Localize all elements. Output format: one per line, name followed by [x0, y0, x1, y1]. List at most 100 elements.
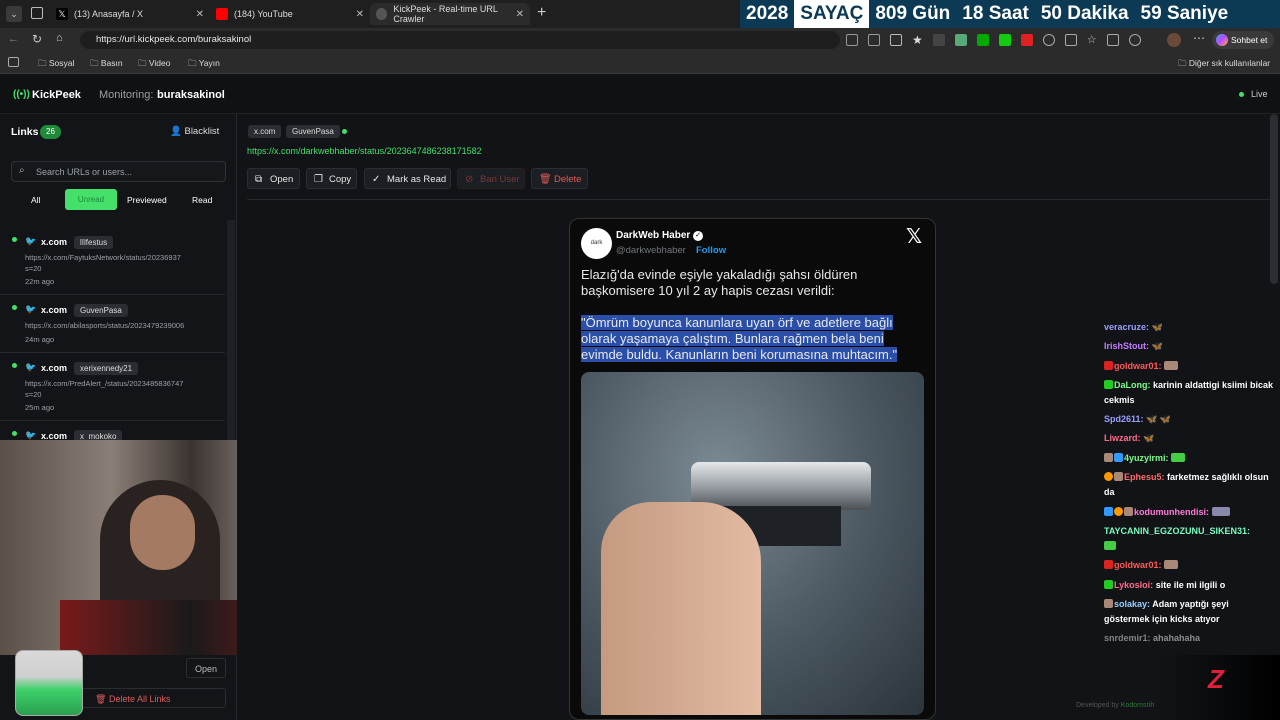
countdown-hours: 18 Saat: [962, 3, 1029, 24]
filter-read[interactable]: Read: [192, 195, 212, 205]
tab-list-icon[interactable]: ⌄: [6, 6, 22, 22]
chat-message: kodumunhendisi:: [1104, 505, 1274, 520]
chat-emote: [1164, 560, 1179, 569]
countdown-minutes: 50 Dakika: [1040, 3, 1129, 24]
extension-icon[interactable]: [1020, 34, 1033, 46]
close-icon[interactable]: ✕: [196, 9, 204, 20]
item-url: https://x.com/FaytuksNetwork/status/2023…: [25, 253, 181, 262]
tweet-line: başkomisere 10 yıl 2 ay hapis cezası ver…: [581, 283, 835, 298]
copy-label: Copy: [329, 174, 352, 185]
chat-message: Lykosloi: site ile mi ilgili o: [1104, 578, 1274, 593]
other-favorites-folder[interactable]: 🗀 Diğer sık kullanılanlar: [1178, 58, 1270, 72]
list-item[interactable]: 🐦 x.com xerixennedy21 https://x.com/Pred…: [0, 353, 225, 421]
item-user: GuvenPasa: [74, 304, 128, 317]
chat-user: snrdemir1:: [1104, 633, 1151, 643]
detail-site: x.com: [248, 125, 282, 138]
chat-user: TAYCANIN_EGZOZUNU_SIKEN31:: [1104, 526, 1251, 536]
bookmarks-bar: 🗀 Sosyal 🗀 Basın 🗀 Video 🗀 Yayın 🗀 Diğer…: [0, 52, 1280, 74]
more-icon[interactable]: ⋯: [1193, 31, 1205, 45]
chat-user: Lykosloi:: [1114, 580, 1154, 590]
ban-user-button[interactable]: ⊘ Ban User: [457, 168, 525, 189]
profile-avatar[interactable]: [1167, 33, 1181, 47]
extension-icon[interactable]: [1042, 34, 1055, 46]
bookmark-label: Video: [148, 58, 171, 68]
browser-tab-bar: ⌄ 𝕏 (13) Anasayfa / X ✕ (184) YouTube ✕ …: [0, 0, 1280, 28]
split-screen-icon[interactable]: [1064, 34, 1077, 46]
extension-icon[interactable]: [998, 34, 1011, 46]
close-icon[interactable]: ✕: [516, 9, 524, 20]
chat-user: goldwar01:: [1114, 560, 1162, 570]
follow-link[interactable]: Follow: [696, 245, 726, 256]
item-time: 24m ago: [25, 335, 55, 344]
chat-user: Ephesu5:: [1124, 472, 1165, 482]
user-icon: 👤: [170, 126, 182, 137]
z-logo-icon: Z: [1208, 664, 1224, 694]
chat-message: 4yuzyirmi:: [1104, 451, 1274, 466]
x-logo-icon[interactable]: 𝕏: [906, 224, 922, 249]
favorites-icon[interactable]: ☆: [1087, 34, 1097, 46]
list-item[interactable]: 🐦 x.com lIlfestus https://x.com/FaytuksN…: [0, 227, 225, 295]
home-icon[interactable]: ⌂: [56, 32, 63, 44]
open-button[interactable]: Open: [186, 658, 226, 678]
open-label: Open: [270, 174, 294, 185]
bookmark-folder-video[interactable]: 🗀 Video: [138, 58, 170, 72]
copilot-label: Sohbet et: [1231, 35, 1268, 45]
chat-user: veracruze:: [1104, 322, 1150, 332]
tweet-media-image[interactable]: [581, 372, 924, 715]
search-input[interactable]: ⌕ Search URLs or users...: [11, 161, 226, 182]
badge-icon: [1104, 380, 1113, 389]
item-url-cont: s=20: [25, 264, 42, 273]
bookmark-folder-basin[interactable]: 🗀 Basın: [90, 58, 123, 72]
delete-button[interactable]: 🗑 Delete: [531, 168, 588, 189]
tweet-handle: @darkwebhaber: [616, 245, 686, 256]
back-icon[interactable]: ←: [8, 33, 19, 45]
favorite-star-icon[interactable]: ★: [912, 34, 923, 46]
translate-icon[interactable]: [846, 34, 858, 46]
adblock-icon[interactable]: [890, 34, 902, 46]
live-dot: [1239, 92, 1244, 97]
mark-read-label: Mark as Read: [387, 174, 447, 185]
tab-x[interactable]: 𝕏 (13) Anasayfa / X ✕: [50, 3, 210, 25]
filter-previewed[interactable]: Previewed: [127, 195, 167, 205]
badge-icon: [1104, 453, 1113, 462]
tab-youtube[interactable]: (184) YouTube ✕: [210, 3, 370, 25]
chat-message: Liwzard: 🦋: [1104, 431, 1274, 446]
extension-icon[interactable]: [932, 34, 945, 46]
filter-unread[interactable]: Unread: [65, 189, 117, 210]
reload-icon[interactable]: ↻: [32, 32, 42, 46]
extension-icon[interactable]: [954, 34, 967, 46]
unread-dot: [12, 237, 17, 242]
bookmark-folder-sosyal[interactable]: 🗀 Sosyal: [38, 58, 74, 72]
extension-icon[interactable]: [1128, 34, 1141, 46]
workspaces-icon[interactable]: [31, 7, 43, 19]
read-aloud-icon[interactable]: [868, 34, 880, 46]
item-user: lIlfestus: [74, 236, 114, 249]
close-icon[interactable]: ✕: [356, 9, 364, 20]
external-link-icon: ⧉: [255, 174, 263, 185]
blacklist-button[interactable]: 👤 Blacklist: [170, 126, 219, 137]
chat-user: solakay:: [1114, 599, 1151, 609]
tweet-avatar[interactable]: dark: [581, 228, 612, 259]
list-item[interactable]: 🐦 x.com x_mokoko: [0, 421, 225, 443]
copy-button[interactable]: ❐ Copy: [306, 168, 357, 189]
vertical-scrollbar[interactable]: [1270, 114, 1278, 284]
chat-user: kodumunhendisi:: [1134, 507, 1209, 517]
list-item[interactable]: 🐦 x.com GuvenPasa https://x.com/abilaspo…: [0, 295, 225, 353]
tab-kickpeek[interactable]: KickPeek - Real-time URL Crawler ✕: [370, 3, 530, 25]
url-field[interactable]: https://url.kickpeek.com/buraksakinol: [80, 31, 840, 49]
filter-all[interactable]: All: [31, 195, 40, 205]
chat-text: ahahahaha: [1153, 633, 1201, 643]
detail-url[interactable]: https://x.com/darkwebhaber/status/202364…: [247, 146, 482, 156]
collections-icon[interactable]: [1106, 34, 1119, 46]
new-tab-icon[interactable]: +: [537, 4, 546, 22]
links-count-badge: 26: [40, 125, 61, 139]
extension-icon[interactable]: [976, 34, 989, 46]
copilot-button[interactable]: Sohbet et: [1212, 31, 1274, 49]
delete-all-button[interactable]: 🗑 Delete All Links: [80, 688, 226, 708]
reading-list-icon[interactable]: [8, 57, 19, 67]
mark-read-button[interactable]: ✓ Mark as Read: [364, 168, 451, 189]
open-link-button[interactable]: ⧉ Open: [247, 168, 300, 189]
tweet-author-name[interactable]: DarkWeb Haber: [616, 230, 690, 241]
bookmark-folder-yayin[interactable]: 🗀 Yayın: [188, 58, 220, 72]
item-url: https://x.com/PredAlert_/status/20234858…: [25, 379, 184, 388]
